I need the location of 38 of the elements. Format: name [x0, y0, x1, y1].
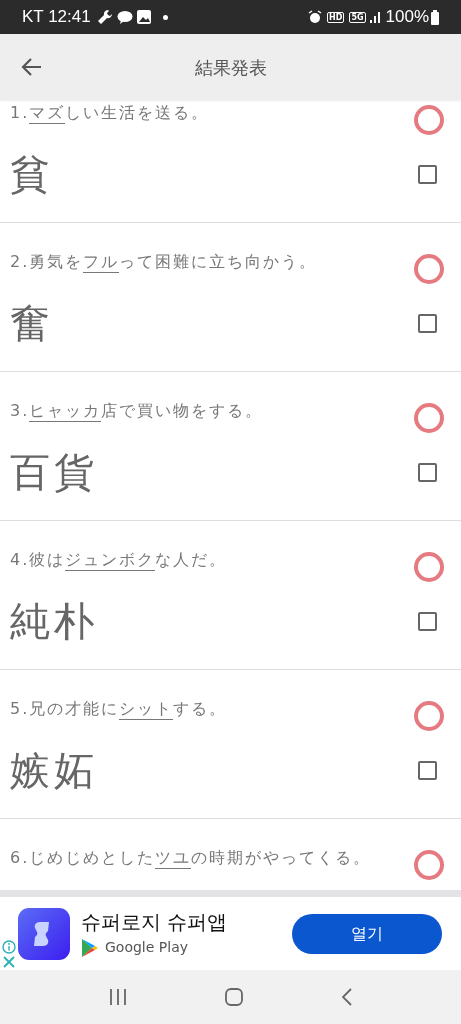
- open-button[interactable]: 열기: [292, 913, 442, 954]
- checkbox[interactable]: [418, 313, 437, 333]
- question-text: 4.彼は ジュンボク な人だ。: [10, 549, 229, 572]
- battery-percent: 100%: [385, 6, 429, 29]
- answer-text: 嫉妬: [10, 746, 99, 795]
- checkbox[interactable]: [418, 611, 437, 631]
- answer-text: 貧: [10, 150, 55, 199]
- back-icon[interactable]: [341, 988, 352, 1006]
- play-store-icon: [81, 937, 99, 958]
- ad-title: 슈퍼로지 슈퍼앱: [81, 909, 228, 935]
- signal-icon: [369, 11, 382, 23]
- question-text: 6.じめじめとした ツユの時期がやってくる。: [10, 847, 373, 870]
- question-text: 3.ヒャッカ店で買い物をする。: [10, 400, 265, 423]
- answer-text: 百貨: [10, 448, 99, 497]
- store-name: Google Play: [105, 938, 188, 957]
- image-icon: [136, 10, 151, 24]
- network-badge: 5G: [349, 11, 366, 23]
- carrier-time: KT 12:41: [22, 6, 91, 29]
- answer-text: 純朴: [10, 597, 99, 646]
- battery-icon: [431, 9, 439, 25]
- question-text: 1.マズ しい生活を送る。: [10, 102, 211, 125]
- close-icon[interactable]: [3, 956, 15, 968]
- network-badge: HD: [327, 11, 345, 23]
- checkbox[interactable]: [418, 462, 437, 482]
- page-title: 結果発表: [194, 55, 267, 80]
- recent-apps-icon[interactable]: [109, 989, 128, 1005]
- app-logo-icon: [18, 907, 70, 960]
- ad-banner[interactable]: 슈퍼로지 슈퍼앱 Google Play 열기: [0, 890, 461, 970]
- info-icon[interactable]: [2, 940, 16, 954]
- alarm-icon: [308, 10, 323, 24]
- answer-text: 奮: [10, 299, 55, 348]
- home-icon[interactable]: [225, 988, 244, 1006]
- chat-bubble-icon: [116, 9, 133, 25]
- question-text: 2.勇気を フル って困難に立ち向かう。: [10, 251, 319, 274]
- checkbox[interactable]: [418, 164, 437, 184]
- checkbox[interactable]: [418, 760, 437, 780]
- wrench-icon: [96, 9, 113, 25]
- question-text: 5.兄の才能に シット する。: [10, 698, 229, 721]
